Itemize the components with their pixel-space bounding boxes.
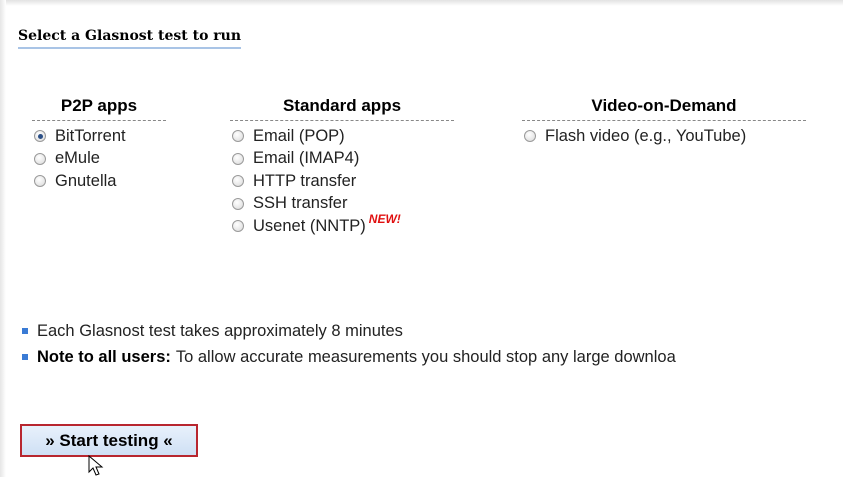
radio-button-checked[interactable]	[34, 130, 46, 143]
option-label: Email (IMAP4)	[253, 149, 360, 168]
option-label: Flash video (e.g., YouTube)	[545, 126, 747, 145]
start-testing-button[interactable]: » Start testing «	[20, 424, 198, 457]
radio-button[interactable]	[232, 197, 244, 210]
note-text: Each Glasnost test takes approximately 8…	[37, 321, 403, 340]
note-item: Each Glasnost test takes approximately 8…	[22, 318, 676, 344]
column-standard-apps: Standard apps Email (POP) Email (IMAP4) …	[230, 96, 454, 238]
mouse-pointer-icon	[88, 455, 104, 476]
radio-button[interactable]	[232, 130, 244, 143]
option-label: Usenet (NNTP)	[253, 216, 366, 235]
new-badge: NEW!	[368, 212, 401, 227]
column-heading: Video-on-Demand	[522, 96, 806, 121]
notes-list: Each Glasnost test takes approximately 8…	[22, 318, 676, 370]
column-video-on-demand: Video-on-Demand Flash video (e.g., YouTu…	[522, 96, 806, 148]
column-heading: Standard apps	[230, 96, 454, 121]
frame-shadow	[0, 0, 843, 6]
option-label: Gnutella	[55, 171, 117, 190]
radio-button[interactable]	[232, 220, 244, 233]
radio-button[interactable]	[34, 175, 46, 188]
section-title: Select a Glasnost test to run	[18, 28, 242, 49]
radio-button[interactable]	[232, 152, 244, 165]
option-email-pop[interactable]: Email (POP)	[230, 125, 454, 148]
option-emule[interactable]: eMule	[32, 148, 166, 171]
radio-button[interactable]	[34, 152, 46, 165]
option-ssh-transfer[interactable]: SSH transfer	[230, 193, 454, 216]
column-p2p-apps: P2P apps BitTorrent eMule Gnutella	[32, 96, 166, 193]
option-email-imap4[interactable]: Email (IMAP4)	[230, 148, 454, 171]
note-bold-label: Note to all users:	[37, 347, 171, 366]
option-label: Email (POP)	[253, 126, 345, 145]
note-item: Note to all users: To allow accurate mea…	[22, 344, 676, 370]
option-label: SSH transfer	[253, 194, 348, 213]
option-usenet-nntp[interactable]: Usenet (NNTP) NEW!	[230, 212, 454, 238]
option-flash-video[interactable]: Flash video (e.g., YouTube)	[522, 125, 806, 148]
option-bittorrent[interactable]: BitTorrent	[32, 125, 166, 148]
note-text: To allow accurate measurements you shoul…	[175, 347, 676, 366]
option-gnutella[interactable]: Gnutella	[32, 170, 166, 193]
option-http-transfer[interactable]: HTTP transfer	[230, 170, 454, 193]
column-heading: P2P apps	[32, 96, 166, 121]
radio-button[interactable]	[232, 175, 244, 188]
option-label: HTTP transfer	[253, 171, 357, 190]
frame-shadow	[0, 0, 6, 477]
glasnost-test-page: Select a Glasnost test to run P2P apps B…	[0, 0, 843, 477]
bullet-square-icon	[22, 328, 28, 334]
option-label: BitTorrent	[55, 126, 126, 145]
radio-button[interactable]	[524, 130, 536, 143]
option-label: eMule	[55, 149, 100, 168]
bullet-square-icon	[22, 354, 28, 360]
